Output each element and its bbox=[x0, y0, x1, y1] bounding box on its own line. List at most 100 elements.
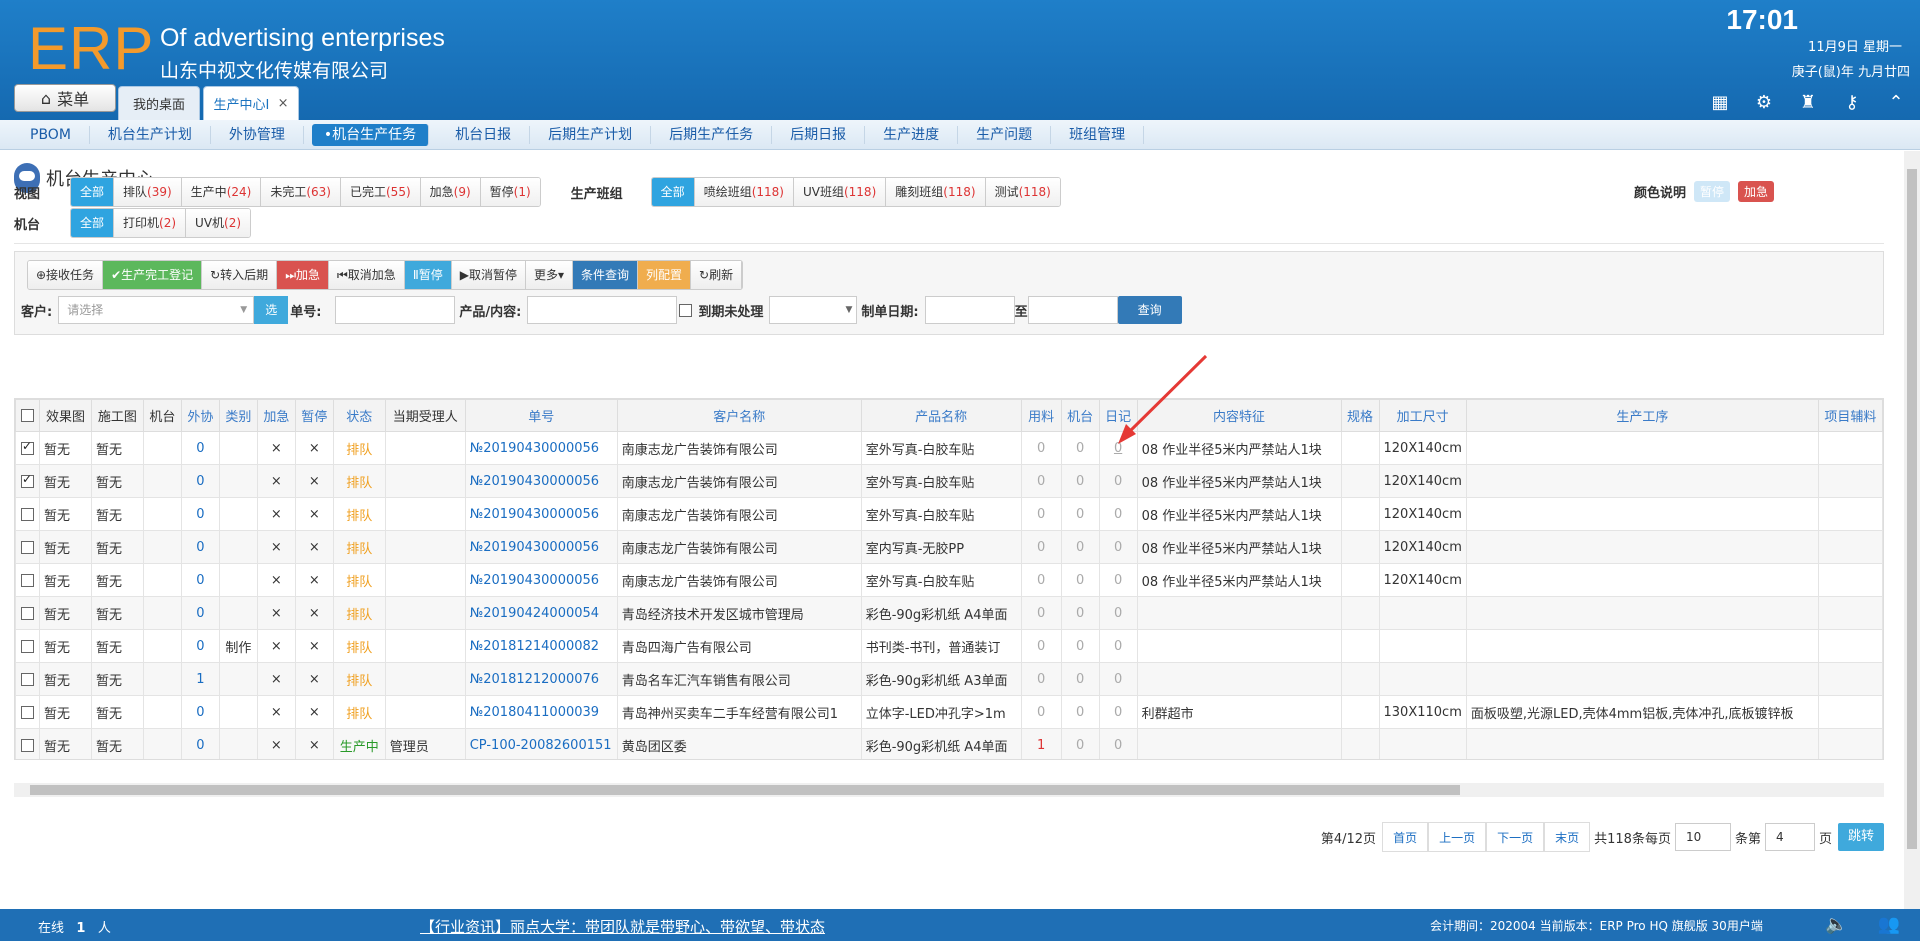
prev-page-button[interactable]: 上一页 bbox=[1428, 822, 1487, 852]
menu-button[interactable]: ⌂ 菜单 bbox=[14, 84, 116, 112]
jump-button[interactable]: 跳转 bbox=[1837, 823, 1884, 851]
view-filter-button[interactable]: 加急(9) bbox=[420, 178, 481, 206]
cell-order[interactable]: №20190430000056 bbox=[464, 464, 618, 498]
row-select-cell[interactable] bbox=[15, 728, 40, 759]
table-row[interactable]: 暂无暂无0××排队№20190430000056南康志龙广告装饰有限公司室外写真… bbox=[15, 497, 1883, 531]
row-checkbox[interactable] bbox=[20, 672, 34, 686]
due-checkbox[interactable] bbox=[679, 303, 693, 317]
page-input[interactable]: 4 bbox=[1764, 823, 1815, 851]
subnav-item[interactable]: 机台生产计划 bbox=[90, 125, 211, 144]
scroll-thumb[interactable] bbox=[30, 785, 1460, 795]
row-select-cell[interactable] bbox=[15, 530, 40, 564]
select-all-header[interactable] bbox=[15, 399, 40, 432]
subnav-item[interactable]: PBOM bbox=[12, 125, 90, 144]
pause-button[interactable]: Ⅱ暂停 bbox=[404, 261, 452, 289]
select-all-checkbox[interactable] bbox=[20, 409, 34, 422]
per-page-select[interactable]: 10 bbox=[1674, 823, 1731, 851]
subnav-item[interactable]: 机台日报 bbox=[437, 125, 531, 144]
cell-order[interactable]: №20190430000056 bbox=[464, 431, 618, 465]
view-filter-button[interactable]: 已完工(55) bbox=[340, 178, 421, 206]
complete-register-button[interactable]: ✔生产完工登记 bbox=[103, 261, 203, 289]
key-icon[interactable]: ⚷ bbox=[1842, 92, 1862, 113]
row-select-cell[interactable] bbox=[15, 662, 40, 696]
cell-order[interactable]: №20190424000054 bbox=[464, 596, 618, 630]
horizontal-scrollbar[interactable] bbox=[14, 783, 1884, 797]
first-page-button[interactable]: 首页 bbox=[1382, 822, 1429, 852]
customer-select[interactable]: 请选择 ▼ bbox=[58, 296, 255, 324]
row-checkbox[interactable] bbox=[20, 472, 34, 488]
subnav-item[interactable]: 生产进度 bbox=[865, 125, 959, 144]
last-page-button[interactable]: 末页 bbox=[1544, 822, 1591, 852]
view-filter-button[interactable]: 未完工(63) bbox=[261, 178, 341, 206]
row-checkbox[interactable] bbox=[20, 507, 34, 521]
news-link[interactable]: 【行业资讯】丽点大学：带团队就是带野心、带欲望、带状态 bbox=[420, 916, 825, 937]
row-select-cell[interactable] bbox=[15, 431, 40, 465]
view-filter-button[interactable]: 排队(39) bbox=[114, 178, 182, 206]
row-select-cell[interactable] bbox=[15, 563, 40, 597]
cell-order[interactable]: №20190430000056 bbox=[464, 530, 618, 564]
next-page-button[interactable]: 下一页 bbox=[1486, 822, 1545, 852]
cancel-pause-button[interactable]: ▶取消暂停 bbox=[451, 261, 526, 289]
cancel-urgent-button[interactable]: ⏮取消加急 bbox=[329, 261, 405, 289]
row-checkbox[interactable] bbox=[20, 738, 34, 752]
cell-order[interactable]: CP-100-20082600151 bbox=[464, 728, 618, 759]
shirt-icon[interactable]: ♜ bbox=[1798, 92, 1818, 113]
view-filter-button[interactable]: 暂停(1) bbox=[480, 178, 540, 206]
row-checkbox[interactable] bbox=[20, 540, 34, 554]
subnav-item[interactable]: 后期日报 bbox=[772, 125, 866, 144]
speaker-icon[interactable]: 🔈 bbox=[1825, 914, 1847, 935]
team-filter-button[interactable]: UV班组(118) bbox=[793, 178, 887, 206]
table-row[interactable]: 暂无 暂无 0 × × 生产中 管理员 CP-100-20082600151 黄岛团区委 彩色-9… bbox=[15, 728, 1883, 759]
team-filter-button[interactable]: 全部 bbox=[651, 178, 695, 206]
table-row[interactable]: 暂无 暂无 1 × × 排队 №20181212000076 青岛名车汇汽车销售有限公司 彩色-… bbox=[15, 662, 1883, 696]
refresh-button[interactable]: ↻刷新 bbox=[691, 261, 743, 289]
row-select-cell[interactable] bbox=[15, 464, 40, 498]
table-row[interactable]: 暂无 暂无 0 × × 排队 №20190424000054 青岛经济技术开发区城市管理局 彩色… bbox=[15, 596, 1883, 630]
row-checkbox[interactable] bbox=[20, 639, 34, 653]
urgent-button[interactable]: ⏭加急 bbox=[277, 261, 329, 289]
subnav-item[interactable]: 外协管理 bbox=[211, 125, 304, 144]
condition-query-button[interactable]: 条件查询 bbox=[573, 261, 639, 289]
users-icon[interactable]: 👥 bbox=[1878, 914, 1900, 935]
row-select-cell[interactable] bbox=[15, 629, 40, 663]
row-checkbox[interactable] bbox=[20, 606, 34, 620]
receive-task-button[interactable]: ⊕接收任务 bbox=[28, 261, 104, 289]
cell-order[interactable]: №20190430000056 bbox=[464, 497, 618, 531]
view-filter-button[interactable]: 生产中(24) bbox=[181, 178, 262, 206]
customer-select-button[interactable]: 选 bbox=[254, 296, 289, 324]
product-input[interactable] bbox=[527, 296, 678, 324]
machine-filter-button[interactable]: UV机(2) bbox=[186, 209, 251, 237]
subnav-item[interactable]: 班组管理 bbox=[1051, 125, 1145, 144]
subnav-item[interactable]: 生产问题 bbox=[958, 125, 1052, 144]
tab-production-center[interactable]: 生产中心Ⅰ × bbox=[203, 86, 299, 120]
team-filter-button[interactable]: 喷绘班组(118) bbox=[694, 178, 794, 206]
row-select-cell[interactable] bbox=[15, 497, 40, 531]
cell-order[interactable]: №20181214000082 bbox=[464, 629, 618, 663]
more-button[interactable]: 更多▾ bbox=[525, 261, 573, 289]
query-button[interactable]: 查询 bbox=[1117, 296, 1182, 324]
subnav-item[interactable]: 后期生产任务 bbox=[651, 125, 773, 144]
team-filter-button[interactable]: 测试(118) bbox=[985, 178, 1060, 206]
row-checkbox[interactable] bbox=[20, 705, 34, 719]
close-icon[interactable]: × bbox=[278, 96, 289, 111]
date-to-input[interactable] bbox=[1027, 296, 1118, 324]
column-config-button[interactable]: 列配置 bbox=[638, 261, 692, 289]
view-filter-button[interactable]: 全部 bbox=[71, 178, 115, 206]
table-row[interactable]: 暂无暂无0××排队№20190430000056南康志龙广告装饰有限公司室外写真… bbox=[15, 431, 1883, 465]
subnav-item[interactable]: •机台生产任务 bbox=[311, 123, 430, 146]
scroll-thumb[interactable] bbox=[1907, 169, 1917, 849]
row-checkbox[interactable] bbox=[20, 573, 34, 587]
machine-filter-button[interactable]: 全部 bbox=[71, 209, 115, 237]
machine-filter-button[interactable]: 打印机(2) bbox=[114, 209, 187, 237]
row-checkbox[interactable] bbox=[20, 439, 34, 455]
cell-order[interactable]: №20190430000056 bbox=[464, 563, 618, 597]
transfer-later-button[interactable]: ↻转入后期 bbox=[202, 261, 278, 289]
table-row[interactable]: 暂无 暂无 0 × × 排队 №20190430000056 南康志龙广告装饰有限公司 室内写真… bbox=[15, 530, 1883, 564]
table-row[interactable]: 暂无 暂无 0 × × 排队 №20180411000039 青岛神州买卖车二手车经营有限公司… bbox=[15, 695, 1883, 729]
cell-order[interactable]: №20181212000076 bbox=[464, 662, 618, 696]
tab-my-desktop[interactable]: 我的桌面 bbox=[118, 86, 200, 120]
chevron-up-icon[interactable]: ⌃ bbox=[1886, 92, 1906, 113]
date-from-input[interactable] bbox=[924, 296, 1015, 324]
row-select-cell[interactable] bbox=[15, 695, 40, 729]
cell-order[interactable]: №20180411000039 bbox=[464, 695, 618, 729]
